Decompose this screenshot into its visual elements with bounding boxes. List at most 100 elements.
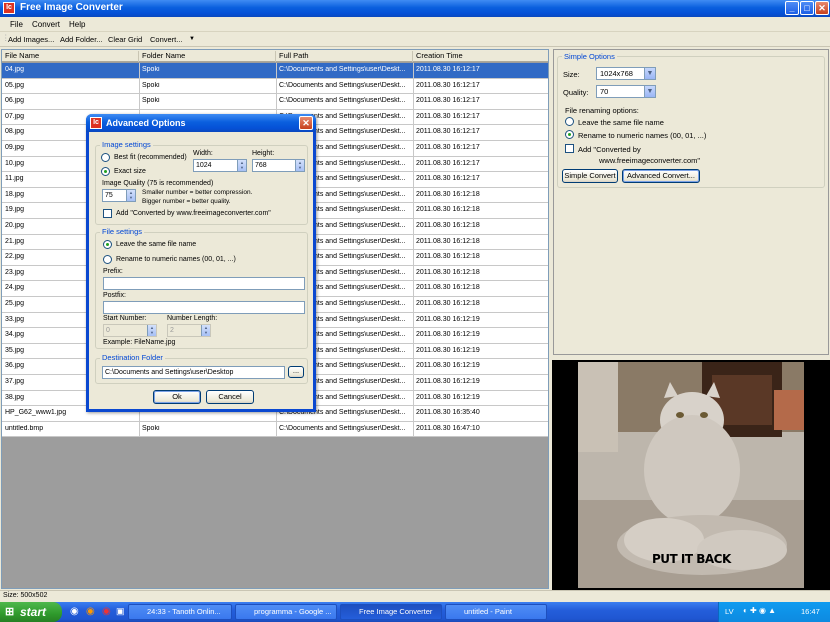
column-divider — [413, 78, 414, 94]
rename-numeric-label: Rename to numeric names (00, 01, ...) — [116, 256, 236, 263]
task-google[interactable]: programma - Google ... — [235, 604, 337, 620]
column-divider — [413, 265, 414, 281]
column-divider — [413, 406, 414, 422]
leave-same-radio[interactable] — [103, 240, 112, 249]
table-cell: C:\Documents and Settings\user\Deskt... — [279, 81, 406, 89]
start-button[interactable]: ⊞ start — [0, 602, 62, 622]
table-cell: 2011.08.30 16:12:18 — [416, 253, 480, 261]
table-cell: 2011.08.30 16:12:18 — [416, 300, 480, 307]
convert-button[interactable]: Convert... — [150, 35, 183, 44]
width-input[interactable]: 1024 ▲ ▼ — [193, 159, 247, 172]
table-cell: 2011.08.30 16:12:19 — [416, 315, 480, 323]
advanced-convert-button[interactable]: Advanced Convert... — [622, 169, 700, 183]
task-paint[interactable]: untitled - Paint — [445, 604, 547, 620]
clear-grid-button[interactable]: Clear Grid — [108, 35, 142, 44]
column-divider — [413, 390, 414, 406]
add-converted-checkbox[interactable] — [103, 209, 112, 218]
start-label: start — [20, 605, 47, 619]
rename-numeric-radio[interactable] — [103, 255, 112, 264]
add-converted-label: Add "Converted by — [578, 145, 641, 154]
spinner-icon: ▲ ▼ — [201, 325, 210, 336]
tray-icons[interactable]: ◐ ✚ ◉ ▲ — [743, 606, 776, 615]
column-divider — [413, 343, 414, 359]
maximize-icon[interactable]: □ — [800, 1, 814, 15]
height-value: 768 — [255, 162, 267, 169]
minimize-icon[interactable]: _ — [785, 1, 799, 15]
spinner-icon[interactable]: ▲ ▼ — [295, 160, 304, 171]
quicklaunch-icon[interactable]: ◉ — [70, 606, 79, 617]
number-length-value: 2 — [170, 327, 174, 334]
size-select[interactable]: 1024x768 ▼ — [596, 67, 656, 80]
show-desktop-icon[interactable]: ▣ — [116, 606, 125, 617]
quality-select[interactable]: 70 ▼ — [596, 85, 656, 98]
table-row[interactable]: 05.jpg Spoki C:\Documents and Settings\use… — [2, 78, 548, 95]
height-input[interactable]: 768 ▲ ▼ — [252, 159, 305, 172]
task-tanoth[interactable]: 24:33 - Tanoth Onlin... — [128, 604, 232, 620]
table-row[interactable]: 04.jpg Spoki C:\Documents and Settings\use… — [2, 63, 548, 79]
column-file-name[interactable]: File Name — [2, 51, 139, 62]
menu-convert[interactable]: Convert — [32, 20, 60, 29]
spinner-icon[interactable]: ▲ ▼ — [237, 160, 246, 171]
add-images-button[interactable]: Add Images... — [8, 35, 54, 44]
clock[interactable]: 16:47 — [801, 607, 820, 616]
spinner-icon[interactable]: ▲ ▼ — [126, 190, 135, 201]
table-cell: Spoki — [142, 424, 160, 432]
table-cell: 2011.08.30 16:35:40 — [416, 409, 480, 417]
column-folder-name[interactable]: Folder Name — [139, 51, 276, 62]
prefix-label: Prefix: — [103, 268, 123, 275]
status-size: Size: 500x502 — [3, 592, 48, 599]
browse-button[interactable]: ... — [288, 366, 304, 378]
menu-file[interactable]: File — [10, 20, 23, 29]
rename-numeric-radio[interactable] — [565, 130, 574, 139]
start-number-label: Start Number: — [103, 315, 147, 322]
language-indicator[interactable]: LV — [725, 607, 734, 616]
table-row[interactable]: 06.jpg Spoki C:\Documents and Settings\use… — [2, 94, 548, 110]
ok-button[interactable]: Ok — [153, 390, 201, 404]
number-length-input[interactable]: 2 ▲ ▼ — [167, 324, 211, 337]
column-divider — [139, 94, 140, 110]
best-fit-radio[interactable] — [101, 153, 110, 162]
column-divider — [139, 63, 140, 78]
column-creation-time[interactable]: Creation Time — [413, 51, 548, 62]
table-cell: 2011.08.30 16:12:17 — [416, 175, 480, 183]
simple-convert-button[interactable]: Simple Convert — [562, 169, 618, 183]
firefox-icon[interactable]: ◉ — [86, 606, 95, 617]
add-folder-button[interactable]: Add Folder... — [60, 35, 103, 44]
table-cell: 2011.08.30 16:12:18 — [416, 284, 480, 292]
column-divider — [413, 187, 414, 203]
start-number-input[interactable]: 0 ▲ ▼ — [103, 324, 157, 337]
table-cell: 2011.08.30 16:12:19 — [416, 331, 480, 339]
table-cell: 2011.08.30 16:12:19 — [416, 346, 480, 354]
dropdown-arrow-icon[interactable]: ▼ — [189, 36, 195, 42]
quality-hint-compression: Smaller number = better compression. — [142, 189, 253, 196]
opera-icon[interactable]: ◉ — [102, 606, 111, 617]
renaming-options-label: File renaming options: — [565, 106, 639, 115]
cancel-button[interactable]: Cancel — [206, 390, 254, 404]
table-cell: 04.jpg — [5, 66, 25, 73]
quality-input[interactable]: 75 ▲ ▼ — [102, 189, 136, 202]
photo-caption: PUT IT BACK — [652, 552, 731, 566]
postfix-input[interactable] — [103, 301, 305, 314]
table-cell: 2011.08.30 16:12:18 — [416, 237, 480, 245]
prefix-input[interactable] — [103, 277, 305, 290]
table-cell: 2011.08.30 16:12:17 — [416, 97, 480, 105]
close-icon[interactable]: ✕ — [815, 1, 829, 15]
destination-value: C:\Documents and Settings\user\Desktop — [105, 369, 234, 376]
task-free-image-converter[interactable]: Free Image Converter — [340, 604, 442, 620]
table-cell: 2011.08.30 16:12:17 — [416, 128, 480, 136]
column-divider — [276, 78, 277, 94]
table-row[interactable]: untitled.bmp Spoki C:\Documents and Settin… — [2, 421, 548, 438]
column-divider — [413, 125, 414, 141]
leave-same-radio[interactable] — [565, 117, 574, 126]
dialog-title-bar: Ic Advanced Options ✕ — [86, 114, 316, 132]
table-cell: 2011.08.30 16:12:17 — [416, 112, 480, 120]
dialog-close-icon[interactable]: ✕ — [299, 116, 313, 130]
column-full-path[interactable]: Full Path — [276, 51, 413, 62]
table-cell: 2011.08.30 16:12:19 — [416, 362, 480, 370]
menu-help[interactable]: Help — [69, 20, 85, 29]
exact-size-radio[interactable] — [101, 167, 110, 176]
column-divider — [413, 281, 414, 297]
rename-numeric-label: Rename to numeric names (00, 01, ...) — [578, 131, 707, 140]
destination-input[interactable]: C:\Documents and Settings\user\Desktop — [102, 366, 285, 379]
add-converted-checkbox[interactable] — [565, 144, 574, 153]
